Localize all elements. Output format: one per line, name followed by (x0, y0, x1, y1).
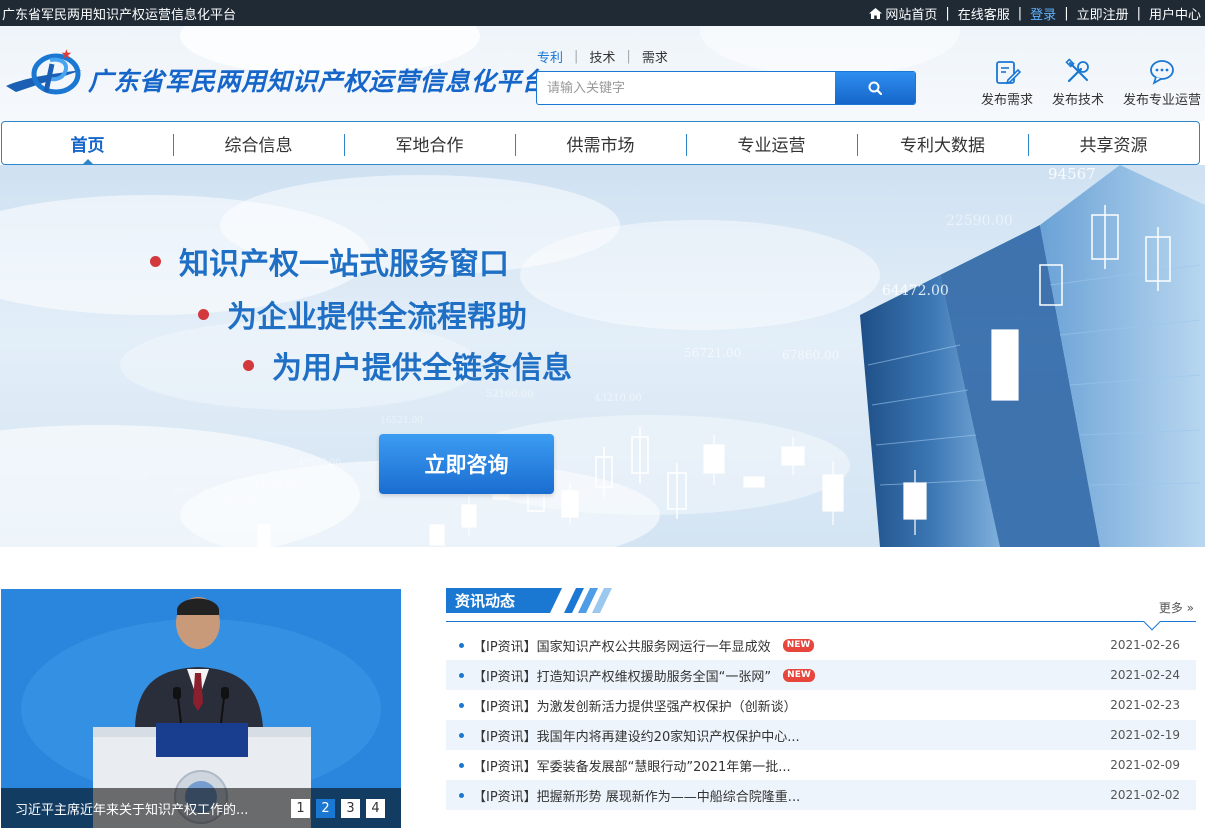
news-header: 资讯动态 更多 » (446, 588, 1196, 631)
publish-technology-label: 发布技术 (1051, 93, 1104, 108)
nav-shared-resources[interactable]: 共享资源 (1028, 122, 1199, 164)
link-user-center[interactable]: 用户中心 (1149, 4, 1201, 23)
carousel-caption-bar: 习近平主席近年来关于知识产权工作的... 1 2 3 4 (1, 788, 401, 828)
news-item[interactable]: 【IP资讯】打造知识产权维权援助服务全国“一张网” NEW 2021-02-24 (446, 660, 1196, 690)
search-icon (868, 81, 882, 95)
banner-number: 32110.00 (218, 496, 256, 505)
carousel-page-2[interactable]: 2 (316, 798, 335, 818)
news-item-date: 2021-02-26 (1110, 638, 1180, 652)
tools-icon (1065, 58, 1089, 83)
news-item[interactable]: 【IP资讯】国家知识产权公共服务网运行一年显成效 NEW 2021-02-26 (446, 630, 1196, 660)
logo-text[interactable]: 广东省军民两用知识产权运营信息化平台 (88, 62, 547, 98)
banner-slogan-1: 知识产权一站式服务窗口 (150, 239, 509, 283)
chat-icon (1150, 60, 1174, 85)
carousel-page-1[interactable]: 1 (291, 798, 310, 818)
link-online-service[interactable]: 在线客服 (958, 4, 1010, 23)
header: 广东省军民两用知识产权运营信息化平台 专利 | 技术 | 需求 发布需求 发布技… (0, 26, 1205, 121)
banner-number: 64472.00 (882, 283, 949, 299)
link-home[interactable]: 网站首页 (885, 4, 937, 23)
link-login[interactable]: 登录 (1030, 4, 1056, 23)
banner-number: 43210.00 (594, 393, 642, 404)
news-item-date: 2021-02-02 (1110, 788, 1180, 802)
nav-military-civil[interactable]: 军地合作 (344, 122, 515, 164)
carousel-caption[interactable]: 习近平主席近年来关于知识产权工作的... (1, 799, 286, 818)
search-box (536, 71, 916, 105)
news-item[interactable]: 【IP资讯】军委装备发展部“慧眼行动”2021年第一批... 2021-02-0… (446, 750, 1196, 780)
news-section-title: 资讯动态 (446, 588, 562, 613)
nav-market[interactable]: 供需市场 (515, 122, 686, 164)
stripes-decoration (564, 588, 612, 613)
banner-slogan-2: 为企业提供全流程帮助 (198, 292, 527, 336)
news-item-date: 2021-02-23 (1110, 698, 1180, 712)
platform-logo[interactable] (4, 48, 84, 98)
news-item-title[interactable]: 【IP资讯】国家知识产权公共服务网运行一年显成效 (473, 636, 771, 655)
carousel-page-4[interactable]: 4 (366, 798, 385, 818)
publish-technology-button[interactable]: 发布技术 (1052, 58, 1104, 108)
banner-number: 94567 (1048, 165, 1096, 183)
news-item[interactable]: 【IP资讯】我国年内将再建设约20家知识产权保护中心... 2021-02-19 (446, 720, 1196, 750)
news-item-date: 2021-02-19 (1110, 728, 1180, 742)
edit-icon (996, 61, 1021, 85)
publish-operation-label: 发布专业运营 (1122, 93, 1201, 108)
banner-number: 36851.00 (170, 486, 208, 495)
search-input[interactable] (537, 72, 835, 104)
search-tabs: 专利 | 技术 | 需求 (537, 47, 668, 66)
top-links: 网站首页 | 在线客服 | 登录 | 立即注册 | 用户中心 (869, 4, 1201, 23)
banner-number: 67860.00 (782, 348, 839, 362)
news-item-title[interactable]: 【IP资讯】把握新形势 展现新作为——中船综合院隆重... (473, 786, 800, 805)
new-badge: NEW (783, 668, 815, 682)
news-item-date: 2021-02-24 (1110, 668, 1180, 682)
news-carousel[interactable]: 习近平主席近年来关于知识产权工作的... 1 2 3 4 (1, 589, 401, 828)
banner-number: 16521.00 (380, 416, 423, 426)
search-tab-technology[interactable]: 技术 (589, 47, 615, 66)
search-tab-patent[interactable]: 专利 (537, 47, 563, 66)
news-more-link[interactable]: 更多 » (1159, 599, 1194, 616)
publish-demand-button[interactable]: 发布需求 (981, 58, 1033, 108)
top-bar-site-title: 广东省军民两用知识产权运营信息化平台 (2, 8, 237, 23)
nav-operation[interactable]: 专业运营 (686, 122, 857, 164)
consult-now-button[interactable]: 立即咨询 (379, 434, 554, 494)
publish-demand-label: 发布需求 (980, 93, 1033, 108)
banner-number: 22300 (120, 472, 145, 481)
nav-patent-data[interactable]: 专利大数据 (857, 122, 1028, 164)
banner-slogan-3: 为用户提供全链条信息 (243, 343, 572, 387)
top-bar: 广东省军民两用知识产权运营信息化平台 网站首页 | 在线客服 | 登录 | 立即… (0, 0, 1205, 26)
banner-number: 56721.00 (684, 346, 741, 360)
link-register[interactable]: 立即注册 (1077, 4, 1129, 23)
search-tab-demand[interactable]: 需求 (642, 47, 668, 66)
banner-number: 22590.00 (946, 213, 1013, 229)
banner-number: 52100.00 (486, 389, 534, 400)
news-item-title[interactable]: 【IP资讯】军委装备发展部“慧眼行动”2021年第一批... (473, 756, 791, 775)
hero-banner: 94567 22590.00 64472.00 56721.00 67860.0… (0, 165, 1205, 547)
quick-actions: 发布需求 发布技术 发布专业运营 (962, 58, 1201, 108)
news-item-title[interactable]: 【IP资讯】我国年内将再建设约20家知识产权保护中心... (473, 726, 800, 745)
news-panel: 资讯动态 更多 » 【IP资讯】国家知识产权公共服务网运行一年显成效 NEW 2… (446, 588, 1196, 828)
banner-background: 94567 22590.00 64472.00 56721.00 67860.0… (0, 165, 1205, 547)
news-item[interactable]: 【IP资讯】为激发创新活力提供坚强产权保护（创新谈） 2021-02-23 (446, 690, 1196, 720)
news-item[interactable]: 【IP资讯】把握新形势 展现新作为——中船综合院隆重... 2021-02-02 (446, 780, 1196, 810)
new-badge: NEW (782, 638, 815, 652)
news-list: 【IP资讯】国家知识产权公共服务网运行一年显成效 NEW 2021-02-26 … (446, 630, 1196, 810)
nav-general-info[interactable]: 综合信息 (173, 122, 344, 164)
carousel-page-3[interactable]: 3 (341, 798, 360, 818)
news-item-title[interactable]: 【IP资讯】为激发创新活力提供坚强产权保护（创新谈） (473, 696, 797, 715)
home-icon (869, 8, 883, 19)
news-item-title[interactable]: 【IP资讯】打造知识产权维权援助服务全国“一张网” (473, 666, 771, 685)
main-nav: 首页 综合信息 军地合作 供需市场 专业运营 专利大数据 共享资源 (1, 121, 1200, 165)
carousel-pager: 1 2 3 4 (291, 798, 391, 818)
banner-number: 49970.00 (298, 458, 341, 468)
nav-home[interactable]: 首页 (2, 122, 173, 165)
publish-operation-button[interactable]: 发布专业运营 (1123, 58, 1201, 108)
search-button[interactable] (835, 72, 915, 104)
banner-number: 13200.00 (254, 480, 297, 490)
news-item-date: 2021-02-09 (1110, 758, 1180, 772)
